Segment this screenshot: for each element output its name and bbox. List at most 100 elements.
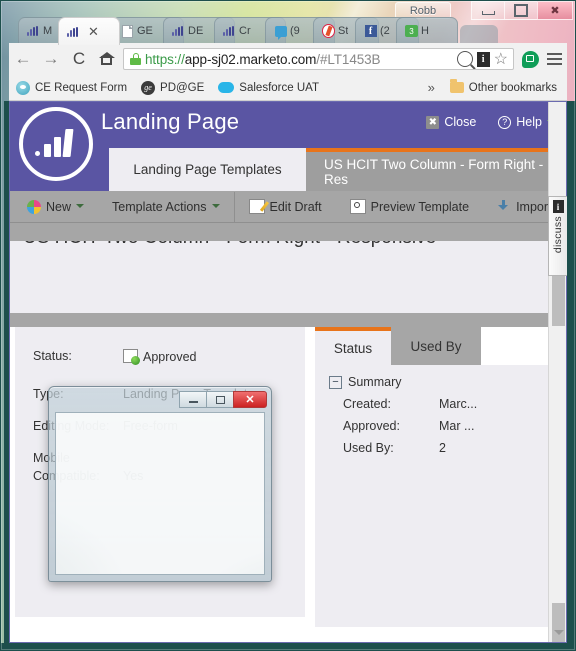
title-whitespace — [9, 261, 549, 317]
tab-used-by-label: Used By — [410, 338, 462, 354]
app-toolbar: New Template Actions Edit Draft Preview … — [9, 191, 567, 223]
summary-section-header[interactable]: − Summary — [315, 375, 549, 389]
browser-tab-label: M — [43, 25, 53, 37]
edit-draft-button[interactable]: Edit Draft — [235, 192, 336, 222]
frame-edge-left — [4, 101, 9, 643]
question-circle-icon: ? — [498, 115, 512, 129]
preview-magnifier-icon — [349, 199, 366, 214]
bookmark-label: PD@GE — [160, 81, 205, 94]
whatsapp-icon: 3 — [405, 25, 418, 38]
edit-pencil-icon — [248, 199, 265, 214]
reload-button[interactable]: C — [65, 45, 93, 73]
floating-close-button[interactable]: ✕ — [233, 391, 267, 408]
document-icon — [121, 24, 134, 38]
bookmark-item[interactable]: Salesforce UAT — [211, 82, 326, 94]
star-icon[interactable]: ☆ — [494, 49, 508, 69]
app-tab-bar: Landing Page Templates US HCIT Two Colum… — [9, 148, 567, 191]
bookmarks-overflow-button[interactable]: » — [420, 80, 443, 95]
info-icon: i — [552, 200, 564, 213]
tab-status-label: Status — [333, 340, 373, 356]
bookmark-label: CE Request Form — [35, 81, 128, 94]
approved-check-icon — [123, 349, 140, 365]
ge-logo-icon: ge — [141, 80, 156, 95]
browser-tab-label: GE — [137, 25, 153, 37]
page-scrollbar[interactable] — [548, 101, 567, 643]
forward-button[interactable]: → — [37, 45, 65, 73]
tab-landing-page-templates[interactable]: Landing Page Templates — [109, 148, 306, 191]
close-x-icon: ✖ — [426, 115, 440, 129]
screenshot-root: Robb ✖ M ✕ GE DE Cr (9 St f (2 3 H ← → C… — [0, 0, 576, 651]
home-icon[interactable] — [93, 45, 121, 73]
created-label: Created: — [343, 397, 391, 411]
tab-label: Landing Page Templates — [133, 162, 282, 177]
bookmark-item[interactable]: ge PD@GE — [134, 80, 211, 95]
other-bookmarks-button[interactable]: Other bookmarks — [443, 79, 567, 94]
browser-tab[interactable]: 3 H — [396, 17, 458, 44]
address-bar[interactable]: https://app-sj02.marketo.com/#LT1453B i … — [123, 48, 514, 70]
floating-window-content — [55, 412, 265, 575]
panel-separator — [9, 313, 549, 327]
status-panel-tabs: Status Used By — [315, 327, 549, 365]
tab-template-detail[interactable]: US HCIT Two Column - Form Right - Res — [306, 148, 567, 191]
template-actions-button[interactable]: Template Actions — [98, 191, 235, 222]
discuss-side-tab[interactable]: i discuss — [548, 196, 567, 276]
tab-close-icon[interactable]: ✕ — [88, 25, 99, 38]
chart-bars-icon — [67, 25, 80, 38]
scroll-down-button[interactable] — [549, 625, 567, 641]
chart-bars-icon — [27, 25, 40, 38]
template-actions-label: Template Actions — [112, 199, 207, 214]
status-value-text: Approved — [143, 350, 197, 364]
bookmarks-bar: CE Request Form ge PD@GE Salesforce UAT … — [9, 75, 567, 101]
frame-edge-bottom — [0, 643, 576, 651]
summary-row: Created: Marc... — [315, 389, 549, 411]
status-panel-body: − Summary Created: Marc... Approved: Mar… — [315, 365, 549, 627]
new-color-wheel-icon — [27, 199, 41, 214]
browser-tab-label: H — [421, 25, 429, 37]
bookmark-item[interactable]: CE Request Form — [9, 80, 134, 95]
chevron-down-icon — [211, 204, 220, 212]
summary-row: Approved: Mar ... — [315, 411, 549, 433]
close-label: Close — [444, 115, 477, 129]
floating-window-controls: ✕ — [179, 391, 267, 408]
new-tab-button[interactable] — [460, 25, 498, 43]
edit-draft-label: Edit Draft — [269, 199, 322, 214]
bookmark-label: Salesforce UAT — [239, 81, 319, 94]
tab-used-by[interactable]: Used By — [391, 327, 481, 365]
new-label: New — [46, 199, 72, 214]
url-scheme: https:// — [145, 51, 185, 67]
preview-template-button[interactable]: Preview Template — [336, 192, 483, 222]
approved-value: Mar ... — [439, 419, 475, 433]
help-label: Help — [516, 115, 542, 129]
chart-bars-icon — [172, 25, 185, 38]
status-label: Status: — [33, 349, 72, 363]
browser-tab-active[interactable]: ✕ — [58, 17, 120, 45]
url-text: https://app-sj02.marketo.com/#LT1453B — [145, 52, 380, 67]
folder-icon — [449, 79, 464, 93]
magnifier-icon[interactable] — [456, 51, 473, 67]
floating-minimize-button[interactable] — [179, 391, 206, 408]
info-icon[interactable]: i — [476, 51, 490, 67]
marketo-logo-icon — [19, 107, 93, 181]
page-title: Landing Page — [101, 109, 240, 134]
close-app-button[interactable]: ✖ Close — [426, 115, 476, 129]
tab-status[interactable]: Status — [315, 327, 391, 365]
header-actions: ✖ Close ? Help — [426, 115, 555, 129]
summary-label: Summary — [348, 375, 402, 389]
import-download-icon — [497, 199, 511, 214]
browser-tab-label: DE — [188, 25, 204, 37]
status-panel: Status Used By − Summary Created: Marc..… — [315, 327, 549, 627]
back-button[interactable]: ← — [9, 45, 37, 73]
frame-edge-right — [567, 101, 576, 651]
new-button[interactable]: New — [9, 192, 98, 222]
help-button[interactable]: ? Help — [498, 115, 555, 129]
status-value: Approved — [123, 349, 197, 365]
hangouts-icon[interactable] — [522, 50, 539, 68]
floating-maximize-button[interactable] — [206, 391, 233, 408]
floating-window[interactable]: ✕ — [48, 386, 272, 582]
browser-tab-label: (2 — [380, 25, 390, 37]
preview-template-label: Preview Template — [370, 199, 470, 214]
chart-bars-icon — [223, 25, 236, 38]
collapse-icon[interactable]: − — [329, 375, 342, 389]
browser-toolbar: ← → C https://app-sj02.marketo.com/#LT14… — [9, 43, 567, 75]
chrome-menu-icon[interactable] — [543, 53, 565, 65]
